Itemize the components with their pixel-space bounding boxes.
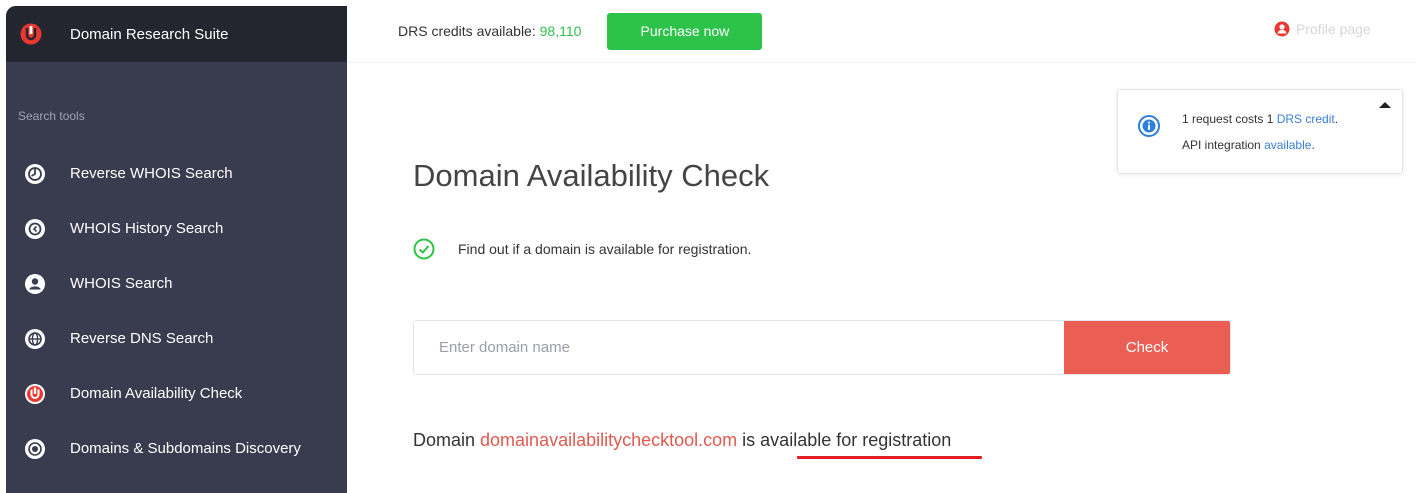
sidebar-item-domain-availability[interactable]: Domain Availability Check — [6, 366, 347, 421]
credits-label: DRS credits available: — [398, 23, 540, 39]
sidebar-item-reverse-dns[interactable]: Reverse DNS Search — [6, 311, 347, 366]
sidebar-item-whois-history[interactable]: WHOIS History Search — [6, 201, 347, 256]
info-cost-suffix: . — [1334, 112, 1339, 126]
brand-header[interactable]: Domain Research Suite — [6, 6, 347, 62]
info-cost-prefix: 1 request costs 1 — [1182, 112, 1277, 126]
sidebar: Domain Research Suite Search tools Rever… — [6, 6, 347, 493]
sidebar-nav: Reverse WHOIS Search WHOIS History Searc… — [6, 146, 347, 476]
user-icon — [1274, 21, 1290, 37]
user-circle-icon — [24, 273, 46, 295]
sidebar-item-domains-discovery[interactable]: Domains & Subdomains Discovery — [6, 421, 347, 476]
drs-logo-icon — [20, 23, 42, 45]
sidebar-item-label: Domain Availability Check — [70, 385, 243, 402]
purchase-now-button[interactable]: Purchase now — [607, 12, 763, 50]
domain-search-form: Check — [413, 320, 1231, 375]
sidebar-item-label: WHOIS Search — [70, 275, 173, 292]
result-text: Domain domainavailabilitychecktool.com i… — [413, 430, 951, 451]
top-bar: DRS credits available: 98,110 Purchase n… — [347, 0, 1416, 63]
sidebar-item-label: Reverse WHOIS Search — [70, 165, 233, 182]
app-name: Domain Research Suite — [70, 25, 229, 43]
api-available-link[interactable]: available — [1264, 138, 1311, 152]
sidebar-item-label: WHOIS History Search — [70, 220, 224, 237]
sidebar-item-reverse-whois[interactable]: Reverse WHOIS Search — [6, 146, 347, 201]
credits-info: DRS credits available: 98,110 — [398, 23, 581, 39]
status-underline — [797, 456, 982, 459]
credits-value: 98,110 — [539, 23, 582, 39]
check-circle-icon — [413, 238, 435, 260]
drs-credit-link[interactable]: DRS credit — [1277, 112, 1335, 126]
description-row: Find out if a domain is available for re… — [413, 238, 751, 260]
domain-availability-icon — [24, 383, 46, 405]
history-icon — [24, 218, 46, 240]
info-api-suffix: . — [1311, 138, 1315, 152]
sidebar-item-whois-search[interactable]: WHOIS Search — [6, 256, 347, 311]
page-title: Domain Availability Check — [413, 158, 770, 193]
result-domain: domainavailabilitychecktool.com — [480, 430, 738, 450]
info-api-text: API integration available. — [1182, 138, 1315, 152]
user-menu[interactable]: Profile page — [1274, 21, 1416, 37]
info-cost-text: 1 request costs 1 DRS credit. — [1182, 112, 1338, 126]
sidebar-item-label: Domains & Subdomains Discovery — [70, 440, 301, 457]
sidebar-item-label: Reverse DNS Search — [70, 330, 214, 347]
globe-icon — [24, 328, 46, 350]
section-label-search-tools: Search tools — [18, 109, 85, 123]
info-card: 1 request costs 1 DRS credit. API integr… — [1117, 89, 1403, 174]
result-prefix: Domain — [413, 430, 481, 450]
discovery-icon — [24, 438, 46, 460]
check-button[interactable]: Check — [1064, 321, 1230, 374]
result-status: available for registration — [760, 430, 952, 450]
reverse-whois-icon — [24, 163, 46, 185]
collapse-caret-icon[interactable] — [1378, 100, 1392, 110]
domain-name-input[interactable] — [414, 321, 1064, 374]
info-icon — [1138, 115, 1160, 137]
result-is: is — [737, 430, 761, 450]
description-text: Find out if a domain is available for re… — [458, 241, 752, 257]
user-name: Profile page — [1296, 21, 1371, 37]
info-api-prefix: API integration — [1182, 138, 1265, 152]
